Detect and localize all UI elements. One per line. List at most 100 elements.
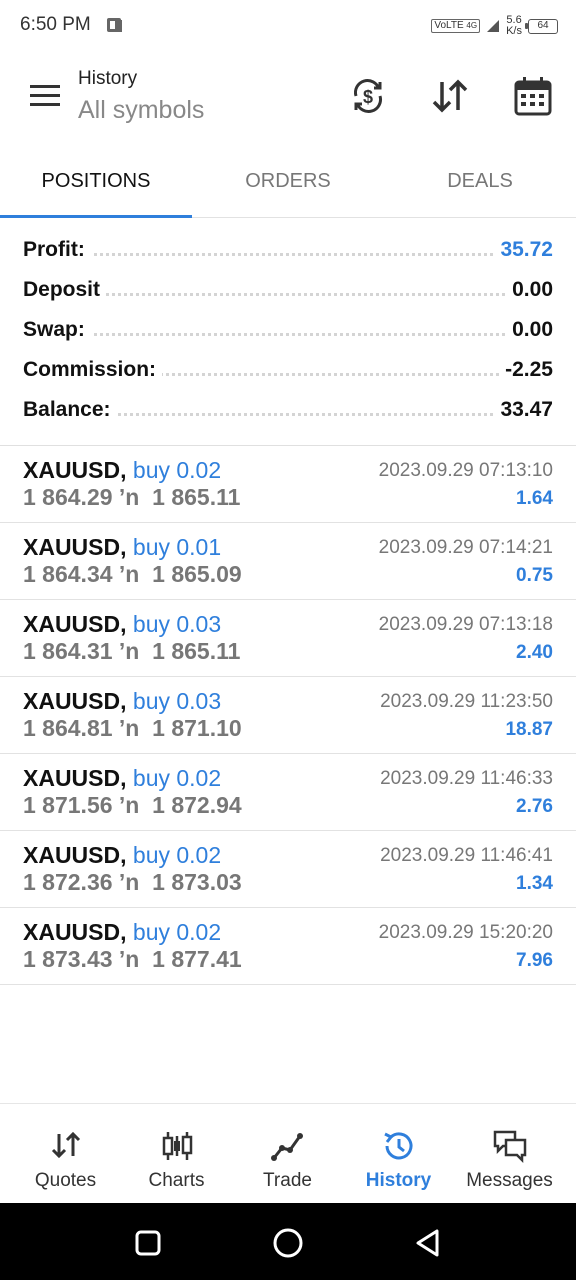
battery-icon: 64: [525, 18, 558, 34]
nav-label: History: [365, 1170, 432, 1191]
position-symbol: XAUUSD, buy 0.01: [23, 534, 222, 560]
summary-swap-row: Swap: 0.00: [0, 310, 576, 350]
position-row[interactable]: XAUUSD, buy 0.02 1 872.36 ’n 1 873.03 20…: [0, 831, 576, 908]
system-navigation-bar: [0, 1203, 576, 1280]
net-speed: 5.6 K/s: [506, 14, 522, 37]
tab-orders[interactable]: ORDERS: [192, 148, 384, 218]
signal-icon: [487, 20, 500, 32]
position-symbol: XAUUSD, buy 0.02: [23, 765, 222, 791]
tab-positions[interactable]: POSITIONS: [0, 148, 192, 218]
status-indicators: VoLTE 4G 5.6 K/s 64: [431, 12, 558, 40]
position-type: buy 0.01: [132, 534, 222, 560]
summary-label: Profit:: [23, 238, 91, 262]
balance-value: 33.47: [494, 398, 553, 422]
position-time: 2023.09.29 11:46:41: [380, 845, 553, 866]
dotted-leader: [23, 333, 553, 336]
position-symbol: XAUUSD, buy 0.03: [23, 688, 222, 714]
position-profit: 0.75: [516, 565, 553, 586]
position-row[interactable]: XAUUSD, buy 0.02 1 864.29 ’n 1 865.11 20…: [0, 446, 576, 523]
position-row[interactable]: XAUUSD, buy 0.03 1 864.81 ’n 1 871.10 20…: [0, 677, 576, 754]
nav-label: Quotes: [34, 1170, 97, 1191]
position-type: buy 0.02: [132, 842, 222, 868]
summary-label: Balance:: [23, 398, 117, 422]
volte-badge: VoLTE 4G: [431, 19, 481, 33]
position-symbol: XAUUSD, buy 0.03: [23, 611, 222, 637]
position-time: 2023.09.29 07:13:10: [378, 460, 553, 481]
trade-icon: [271, 1133, 303, 1161]
nav-quotes[interactable]: Quotes: [8, 1104, 123, 1204]
position-profit: 2.76: [516, 796, 553, 817]
recent-apps-icon[interactable]: [128, 1223, 168, 1263]
app-bar: History All symbols $: [0, 52, 576, 148]
status-bar: 6:50 PM VoLTE 4G 5.6 K/s 64: [0, 0, 576, 52]
nav-label: Trade: [263, 1170, 312, 1191]
nav-label: Charts: [148, 1170, 205, 1191]
position-time: 2023.09.29 11:46:33: [380, 768, 553, 789]
history-tabs: POSITIONS ORDERS DEALS: [0, 148, 576, 218]
position-prices: 1 872.36 ’n 1 873.03: [23, 869, 242, 895]
nav-messages[interactable]: Messages: [452, 1104, 567, 1204]
tab-deals[interactable]: DEALS: [384, 148, 576, 218]
charts-icon: [162, 1132, 193, 1160]
position-prices: 1 864.31 ’n 1 865.11: [23, 638, 241, 664]
position-time: 2023.09.29 15:20:20: [378, 922, 553, 943]
positions-list: XAUUSD, buy 0.02 1 864.29 ’n 1 865.11 20…: [0, 446, 576, 985]
position-row[interactable]: XAUUSD, buy 0.02 1 873.43 ’n 1 877.41 20…: [0, 908, 576, 985]
back-icon[interactable]: [408, 1223, 448, 1263]
swap-value: 0.00: [506, 318, 553, 342]
position-profit: 1.64: [516, 488, 553, 509]
currency-sync-icon[interactable]: $: [346, 74, 390, 118]
deposit-value: 0.00: [506, 278, 553, 302]
summary-deposit-row: Deposit 0.00: [0, 270, 576, 310]
app-notification-icon: [107, 18, 122, 32]
position-type: buy 0.03: [132, 688, 222, 714]
position-profit: 1.34: [516, 873, 553, 894]
menu-icon[interactable]: [22, 78, 66, 114]
position-prices: 1 871.56 ’n 1 872.94: [23, 792, 242, 818]
profit-value: 35.72: [494, 238, 553, 262]
sort-icon[interactable]: [428, 74, 472, 118]
position-profit: 18.87: [505, 719, 553, 740]
position-time: 2023.09.29 07:14:21: [378, 537, 553, 558]
position-type: buy 0.03: [132, 611, 222, 637]
commission-value: -2.25: [499, 358, 553, 382]
bottom-navigation: Quotes Charts Trade History Messages: [0, 1103, 576, 1203]
messages-icon: [493, 1130, 527, 1164]
position-profit: 2.40: [516, 642, 553, 663]
symbol-filter[interactable]: All symbols: [78, 96, 204, 125]
position-symbol: XAUUSD, buy 0.02: [23, 919, 222, 945]
summary-profit-row: Profit: 35.72: [0, 230, 576, 270]
summary-panel: Profit: 35.72 Deposit 0.00 Swap: 0.00 Co…: [0, 230, 576, 430]
position-row[interactable]: XAUUSD, buy 0.01 1 864.34 ’n 1 865.09 20…: [0, 523, 576, 600]
summary-label: Swap:: [23, 318, 91, 342]
position-symbol: XAUUSD, buy 0.02: [23, 842, 222, 868]
active-tab-indicator: [0, 215, 192, 218]
nav-charts[interactable]: Charts: [119, 1104, 234, 1204]
position-prices: 1 864.29 ’n 1 865.11: [23, 484, 241, 510]
dotted-leader: [23, 253, 553, 256]
calendar-icon[interactable]: [511, 74, 555, 118]
position-time: 2023.09.29 11:23:50: [380, 691, 553, 712]
position-profit: 7.96: [516, 950, 553, 971]
status-time: 6:50 PM: [20, 14, 91, 35]
summary-commission-row: Commission: -2.25: [0, 350, 576, 390]
quotes-icon: [51, 1131, 81, 1159]
summary-label: Commission:: [23, 358, 163, 382]
position-prices: 1 873.43 ’n 1 877.41: [23, 946, 242, 972]
home-icon[interactable]: [268, 1223, 308, 1263]
position-time: 2023.09.29 07:13:18: [378, 614, 553, 635]
position-type: buy 0.02: [132, 457, 222, 483]
position-symbol: XAUUSD, buy 0.02: [23, 457, 222, 483]
summary-label: Deposit: [23, 278, 107, 302]
svg-text:$: $: [363, 87, 373, 107]
nav-trade[interactable]: Trade: [230, 1104, 345, 1204]
position-type: buy 0.02: [132, 765, 222, 791]
summary-balance-row: Balance: 33.47: [0, 390, 576, 430]
position-type: buy 0.02: [132, 919, 222, 945]
position-row[interactable]: XAUUSD, buy 0.02 1 871.56 ’n 1 872.94 20…: [0, 754, 576, 831]
position-prices: 1 864.81 ’n 1 871.10: [23, 715, 242, 741]
nav-history[interactable]: History: [341, 1104, 456, 1204]
page-title: History: [78, 68, 138, 89]
position-row[interactable]: XAUUSD, buy 0.03 1 864.31 ’n 1 865.11 20…: [0, 600, 576, 677]
nav-label: Messages: [466, 1170, 553, 1191]
